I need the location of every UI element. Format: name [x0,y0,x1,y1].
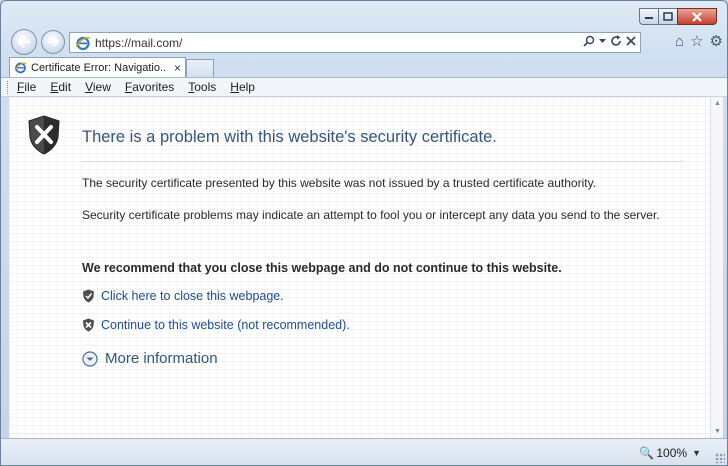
tab-close-icon[interactable]: × [174,61,181,75]
refresh-icon[interactable] [610,35,622,47]
new-tab-button[interactable] [186,59,214,77]
menu-view[interactable]: View [85,80,111,94]
gear-icon[interactable]: ⚙ [710,33,723,51]
stop-icon[interactable] [626,36,636,46]
home-icon[interactable]: ⌂ [675,33,684,51]
certificate-error-shield-icon [28,115,60,155]
maximize-icon [663,12,673,21]
tab-certificate-error[interactable]: Certificate Error: Navigatio... × [9,57,186,77]
zoom-level: 100% [656,446,688,460]
continue-to-website-link[interactable]: Continue to this website (not recommende… [82,318,350,332]
back-button[interactable] [11,29,37,55]
menu-edit[interactable]: Edit [50,80,71,94]
continue-link-text[interactable]: Continue to this website (not recommende… [101,318,350,332]
menu-favorites[interactable]: Favorites [125,80,174,94]
back-arrow-icon [17,36,30,48]
recommendation-text: We recommend that you close this webpage… [82,261,562,275]
heading-divider [82,161,683,162]
page-content: There is a problem with this website's s… [9,97,710,438]
forward-button[interactable] [41,30,65,54]
menu-tools[interactable]: Tools [188,80,216,94]
address-tools [583,35,636,47]
close-window-button[interactable] [677,8,717,25]
red-shield-icon [83,318,94,332]
menu-grip-icon [7,81,10,94]
scroll-down-icon[interactable]: ▼ [714,428,721,435]
zoom-dropdown-icon[interactable]: ▼ [692,448,701,458]
menu-bar: File Edit View Favorites Tools Help [1,77,727,97]
maximize-button[interactable] [658,8,678,25]
favorites-star-icon[interactable]: ☆ [690,33,703,51]
search-icon[interactable] [583,35,595,47]
browser-window: https://mail.com/ ⌂ ☆ ⚙ Certificate Erro… [0,0,728,466]
forward-arrow-icon [48,37,59,47]
page-title: There is a problem with this website's s… [82,128,497,146]
resize-grip-icon[interactable] [715,453,725,463]
status-bar: 🔍 100% ▼ [1,438,727,465]
address-bar[interactable]: https://mail.com/ [69,32,641,53]
ie-logo-icon [75,36,91,50]
browser-right-icons: ⌂ ☆ ⚙ [675,33,723,51]
minimize-button[interactable] [639,8,659,25]
tab-strip: Certificate Error: Navigatio... × [1,57,727,77]
close-webpage-link[interactable]: Click here to close this webpage. [82,289,284,303]
address-url[interactable]: https://mail.com/ [95,36,182,50]
more-information-label[interactable]: More information [105,350,218,367]
caption-buttons [639,8,717,25]
zoom-control[interactable]: 🔍 100% ▼ [639,446,701,460]
close-icon [692,11,702,22]
zoom-icon: 🔍 [639,446,655,460]
ie-tab-icon [14,62,27,74]
scroll-up-icon[interactable]: ▲ [714,100,721,107]
certificate-issue-text: The security certificate presented by th… [82,176,597,190]
expand-chevron-icon [82,350,98,367]
vertical-scrollbar[interactable]: ▲ ▼ [710,97,723,438]
close-webpage-link-text[interactable]: Click here to close this webpage. [101,289,284,303]
minimize-icon [645,16,653,19]
tab-label: Certificate Error: Navigatio... [31,61,166,74]
more-information-toggle[interactable]: More information [82,350,218,367]
certificate-warning-text: Security certificate problems may indica… [82,208,660,222]
navigation-bar: https://mail.com/ ⌂ ☆ ⚙ [1,29,727,57]
dropdown-icon[interactable] [599,38,606,44]
green-shield-icon [83,289,94,303]
menu-file[interactable]: File [17,80,36,94]
menu-help[interactable]: Help [230,80,255,94]
